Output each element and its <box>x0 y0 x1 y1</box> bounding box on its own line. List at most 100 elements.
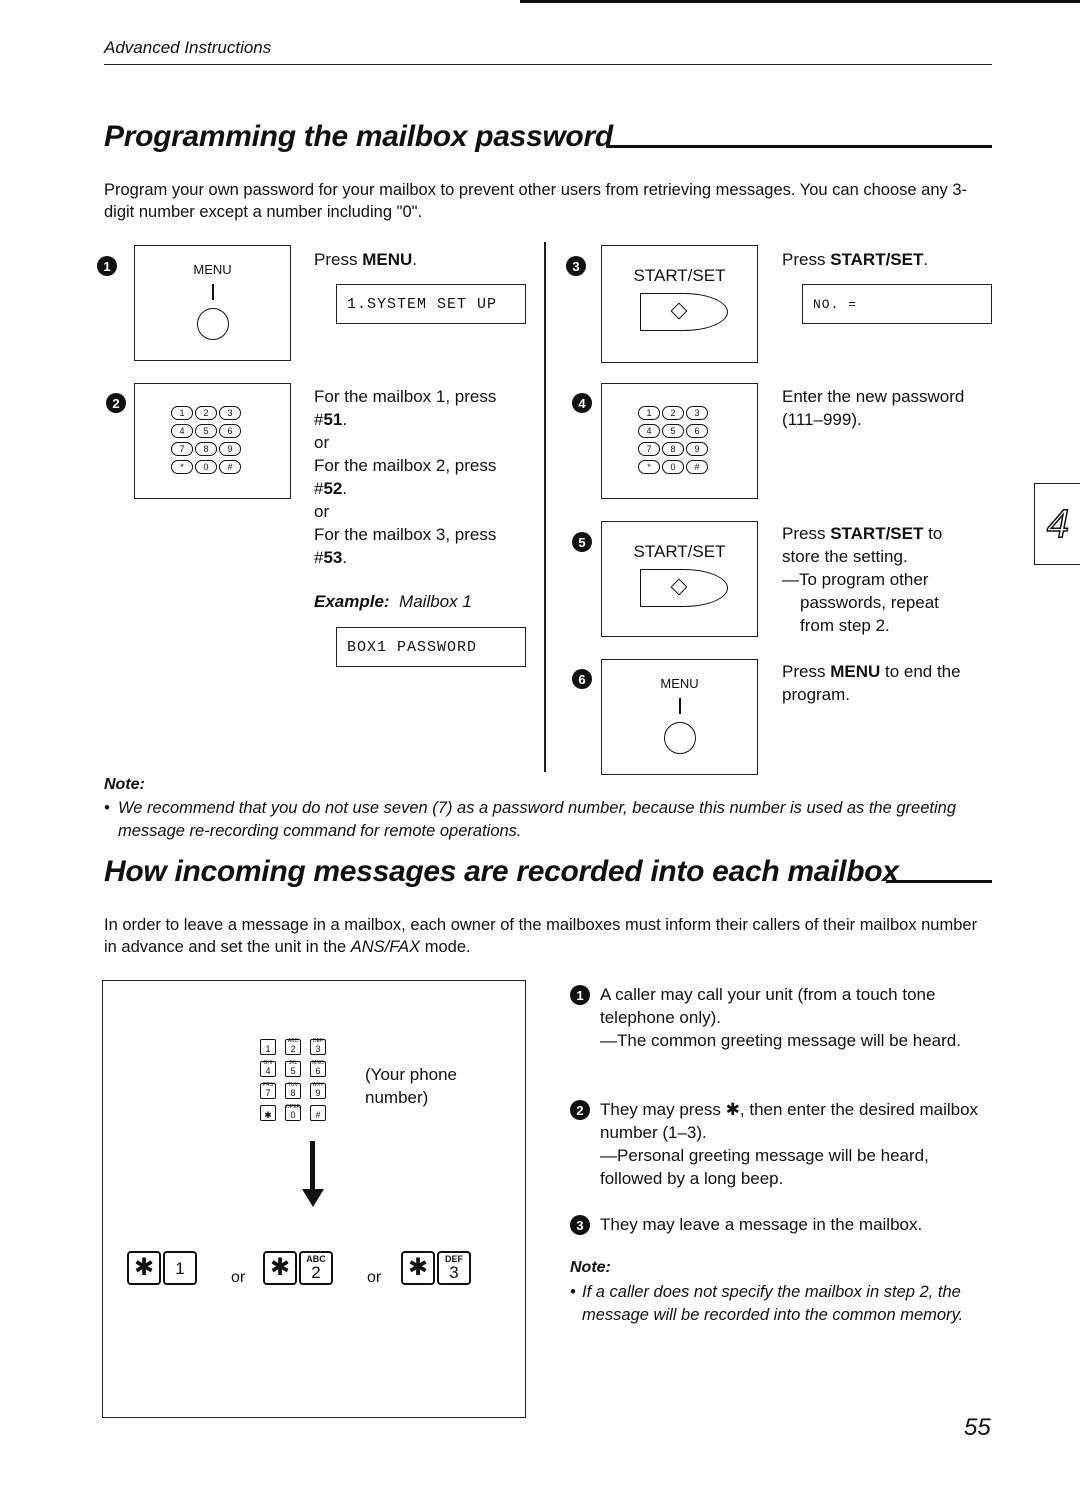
key-star[interactable]: * <box>638 460 660 474</box>
combo-star-1: ✱ 1 <box>127 1251 197 1285</box>
or-text: or <box>314 433 330 452</box>
lcd-display-box1-password: BOX1 PASSWORD <box>336 627 526 667</box>
menu-label: MENU <box>193 262 232 277</box>
step-badge: 1 <box>570 985 590 1005</box>
key-hash[interactable]: # <box>219 460 241 474</box>
step-6-badge: 6 <box>572 669 592 689</box>
note-heading: Note: <box>570 1259 611 1276</box>
key-9[interactable]: 9 <box>686 442 708 456</box>
key-7[interactable]: 7 <box>171 442 193 456</box>
key-4[interactable]: 4 <box>638 424 660 438</box>
step-1-menu-panel: MENU <box>134 245 291 361</box>
star-key: ✱ <box>401 1251 435 1285</box>
start-diamond-icon <box>670 578 688 596</box>
section-title-incoming-messages: How incoming messages are recorded into … <box>104 855 899 888</box>
start-set-label: START/SET <box>633 266 726 285</box>
dial-keypad: 1 2 3 4 5 6 7 8 9 * 0 # <box>638 406 708 474</box>
combo-star-3: ✱ DEF 3 <box>401 1251 471 1285</box>
step-5-badge: 5 <box>572 532 592 552</box>
key-2: ABC 2 <box>285 1039 301 1055</box>
key-6[interactable]: 6 <box>219 424 241 438</box>
key-0[interactable]: 0 <box>195 460 217 474</box>
step-2-text: For the mailbox 1, press #51. or For the … <box>314 385 534 569</box>
lcd-display-system-setup: 1.SYSTEM SET UP <box>336 284 526 324</box>
step-3-start-set-panel: START/SET <box>601 245 758 363</box>
key-4: GHI 4 <box>260 1061 276 1077</box>
start-diamond-icon <box>670 302 688 320</box>
title-underline <box>886 880 992 883</box>
key-5[interactable]: 5 <box>662 424 684 438</box>
mailbox-3-option: For the mailbox 3, press #53. <box>314 525 497 567</box>
step-2-keypad-panel: 1 2 3 4 5 6 7 8 9 * 0 # <box>134 383 291 499</box>
key-3[interactable]: 3 <box>686 406 708 420</box>
note-item: • We recommend that you do not use seven… <box>104 797 994 843</box>
caller-step-2: 2 They may press ✱, then enter the desir… <box>570 1098 980 1190</box>
mailbox-2-option: For the mailbox 2, press #52. <box>314 456 497 498</box>
header-rule <box>104 64 992 65</box>
intro-paragraph: Program your own password for your mailb… <box>104 181 968 221</box>
key-2[interactable]: 2 <box>195 406 217 420</box>
key-1[interactable]: 1 <box>171 406 193 420</box>
key-9: WXY 9 <box>310 1083 326 1099</box>
or-text: or <box>314 502 330 521</box>
or-text: or <box>231 1269 246 1286</box>
or-text: or <box>367 1269 382 1286</box>
key-star[interactable]: * <box>171 460 193 474</box>
key-8: TUV 8 <box>285 1083 301 1099</box>
digit-key-1: 1 <box>163 1251 197 1285</box>
step-3-text: Press START/SET. <box>782 250 929 269</box>
step-5-text: Press START/SET to store the setting. —T… <box>782 524 943 635</box>
caller-keypad: 1 ABC 2 DEF 3 GHI 4 JKL 5 MNO 6 PRS 7 TUV 8 WXY… <box>260 1039 326 1121</box>
star-key: ✱ <box>263 1251 297 1285</box>
digit-key-2: ABC 2 <box>299 1251 333 1285</box>
key-7[interactable]: 7 <box>638 442 660 456</box>
key-3[interactable]: 3 <box>219 406 241 420</box>
step-6-menu-panel: MENU <box>601 659 758 775</box>
step-2-badge: 2 <box>106 393 126 413</box>
menu-label: MENU <box>660 676 699 691</box>
key-hash[interactable]: # <box>686 460 708 474</box>
start-set-label: START/SET <box>633 542 726 561</box>
caller-step-3: 3 They may leave a message in the mailbo… <box>570 1213 980 1236</box>
step-badge: 3 <box>570 1215 590 1235</box>
key-1: 1 <box>260 1039 276 1055</box>
key-5[interactable]: 5 <box>195 424 217 438</box>
caller-diagram: 1 ABC 2 DEF 3 GHI 4 JKL 5 MNO 6 PRS 7 TUV 8 WXY… <box>102 980 526 1418</box>
key-0: OPER 0 <box>285 1104 301 1121</box>
menu-stem <box>211 284 214 300</box>
step-badge: 2 <box>570 1100 590 1120</box>
page-number: 55 <box>964 1414 991 1441</box>
step-1-badge: 1 <box>97 256 117 276</box>
key-hash: # <box>310 1105 326 1121</box>
key-5: JKL 5 <box>285 1061 301 1077</box>
key-6[interactable]: 6 <box>686 424 708 438</box>
key-1[interactable]: 1 <box>638 406 660 420</box>
step-5-start-set-panel: START/SET <box>601 521 758 637</box>
note-item: • If a caller does not specify the mailb… <box>570 1281 980 1327</box>
key-9[interactable]: 9 <box>219 442 241 456</box>
key-0[interactable]: 0 <box>662 460 684 474</box>
mailbox-1-option: For the mailbox 1, press #51. <box>314 387 497 429</box>
combo-star-2: ✱ ABC 2 <box>263 1251 333 1285</box>
start-set-button-icon[interactable] <box>640 569 728 607</box>
key-3: DEF 3 <box>310 1039 326 1055</box>
note-heading: Note: <box>104 776 145 793</box>
step-4-keypad-panel: 1 2 3 4 5 6 7 8 9 * 0 # <box>601 383 758 499</box>
step-4-badge: 4 <box>572 393 592 413</box>
menu-button-icon[interactable] <box>663 722 696 754</box>
menu-stem <box>678 698 681 714</box>
step-3-badge: 3 <box>566 256 586 276</box>
key-7: PRS 7 <box>260 1083 276 1099</box>
start-set-button-icon[interactable] <box>640 293 728 331</box>
menu-button-icon[interactable] <box>196 308 229 340</box>
key-4[interactable]: 4 <box>171 424 193 438</box>
down-arrow-icon <box>310 1141 315 1191</box>
key-2[interactable]: 2 <box>662 406 684 420</box>
section-label: Advanced Instructions <box>104 38 272 57</box>
bullet-icon: • <box>570 1283 576 1301</box>
step-4-text: Enter the new password (111–999). <box>782 387 965 429</box>
key-6: MNO 6 <box>310 1061 326 1077</box>
dial-keypad: 1 2 3 4 5 6 7 8 9 * 0 # <box>171 406 241 474</box>
key-8[interactable]: 8 <box>662 442 684 456</box>
key-8[interactable]: 8 <box>195 442 217 456</box>
